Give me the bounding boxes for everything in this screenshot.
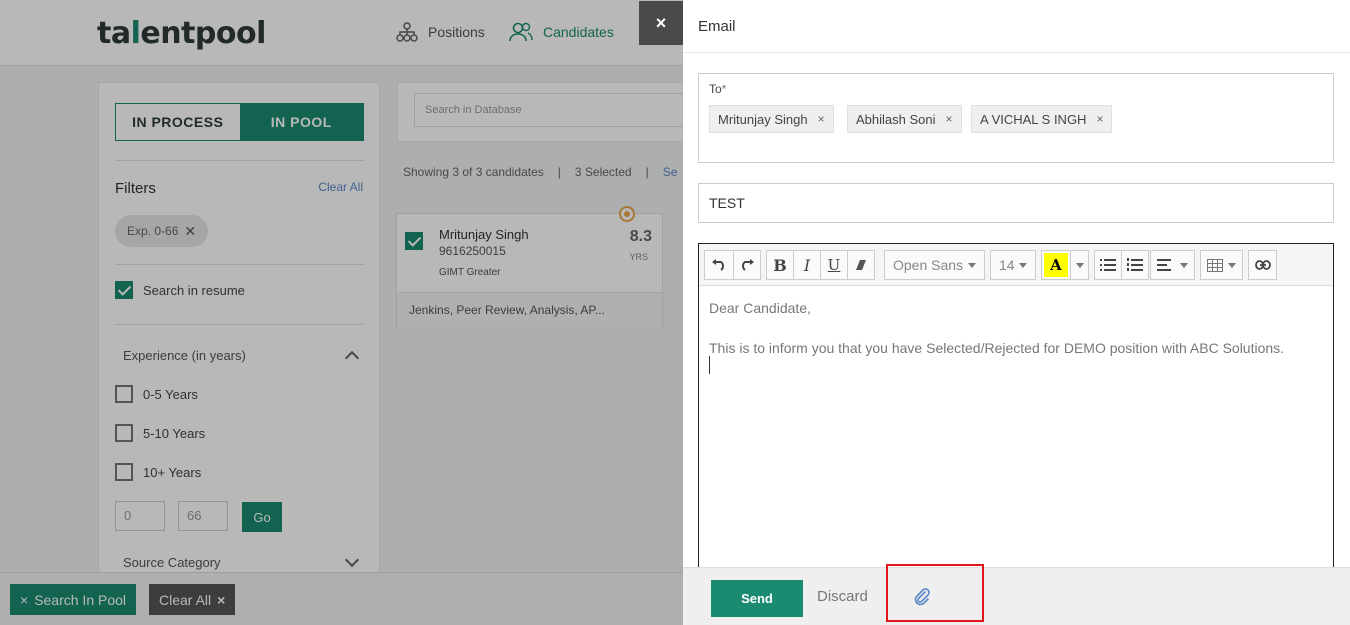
insert-link-button[interactable] bbox=[1248, 250, 1277, 280]
font-family-value: Open Sans bbox=[893, 257, 964, 273]
chevron-down-icon bbox=[1075, 262, 1084, 268]
editor-toolbar: B I U Open Sans 14 A bbox=[699, 244, 1333, 286]
chevron-down-icon bbox=[1228, 262, 1236, 268]
send-button[interactable]: Send bbox=[711, 580, 803, 617]
recipient-tag: Mritunjay Singh × bbox=[709, 105, 834, 133]
chevron-down-icon bbox=[968, 262, 976, 268]
chevron-down-icon bbox=[1019, 262, 1027, 268]
highlight-icon: A bbox=[1044, 253, 1068, 277]
text-cursor bbox=[709, 356, 710, 374]
undo-button[interactable] bbox=[704, 250, 734, 280]
font-family-select[interactable]: Open Sans bbox=[884, 250, 985, 280]
redo-button[interactable] bbox=[733, 250, 761, 280]
numbered-list-icon bbox=[1127, 258, 1143, 271]
panel-title: Email bbox=[698, 18, 736, 35]
discard-button[interactable]: Discard bbox=[817, 588, 868, 605]
required-star: * bbox=[721, 82, 727, 96]
undo-icon bbox=[712, 259, 724, 271]
chevron-down-icon bbox=[1180, 262, 1188, 268]
recipient-name: Abhilash Soni bbox=[856, 111, 936, 127]
bold-button[interactable]: B bbox=[766, 250, 794, 280]
body-greeting: Dear Candidate, bbox=[709, 300, 811, 316]
close-icon: × bbox=[655, 12, 667, 33]
divider bbox=[683, 52, 1350, 53]
italic-button[interactable]: I bbox=[793, 250, 821, 280]
align-icon bbox=[1157, 259, 1171, 271]
highlight-color-button[interactable]: A bbox=[1041, 250, 1071, 280]
eraser-icon bbox=[856, 260, 866, 270]
numbered-list-button[interactable] bbox=[1121, 250, 1149, 280]
table-button[interactable] bbox=[1200, 250, 1243, 280]
clear-format-button[interactable] bbox=[847, 250, 875, 280]
redo-icon bbox=[742, 259, 754, 271]
font-size-value: 14 bbox=[999, 257, 1015, 273]
bullet-list-icon bbox=[1100, 259, 1116, 271]
remove-recipient-icon[interactable]: × bbox=[818, 112, 825, 126]
to-field[interactable]: To* Mritunjay Singh × Abhilash Soni × A … bbox=[698, 73, 1334, 163]
email-body[interactable]: Dear Candidate, This is to inform you th… bbox=[709, 298, 1284, 378]
recipient-tag: A VICHAL S INGH × bbox=[971, 105, 1113, 133]
close-panel-button[interactable]: × bbox=[639, 1, 683, 45]
to-label: To* bbox=[709, 82, 726, 96]
to-label-text: To bbox=[709, 82, 722, 96]
highlight-color-dropdown[interactable] bbox=[1070, 250, 1089, 280]
email-panel: Email To* Mritunjay Singh × Abhilash Son… bbox=[683, 0, 1350, 625]
font-size-select[interactable]: 14 bbox=[990, 250, 1036, 280]
align-button[interactable] bbox=[1150, 250, 1195, 280]
remove-recipient-icon[interactable]: × bbox=[1096, 112, 1103, 126]
rich-text-editor: B I U Open Sans 14 A Dear Candidate, Thi… bbox=[698, 243, 1334, 573]
recipient-name: A VICHAL S INGH bbox=[980, 111, 1087, 127]
annotation-highlight-box bbox=[886, 564, 984, 622]
bullet-list-button[interactable] bbox=[1094, 250, 1122, 280]
email-footer: Send Discard bbox=[683, 564, 1350, 625]
recipient-tag: Abhilash Soni × bbox=[847, 105, 962, 133]
underline-button[interactable]: U bbox=[820, 250, 848, 280]
body-message: This is to inform you that you have Sele… bbox=[709, 340, 1285, 356]
subject-input[interactable]: TEST bbox=[698, 183, 1334, 223]
table-icon bbox=[1207, 258, 1223, 272]
remove-recipient-icon[interactable]: × bbox=[946, 112, 953, 126]
link-icon bbox=[1254, 260, 1271, 270]
recipient-name: Mritunjay Singh bbox=[718, 111, 808, 127]
